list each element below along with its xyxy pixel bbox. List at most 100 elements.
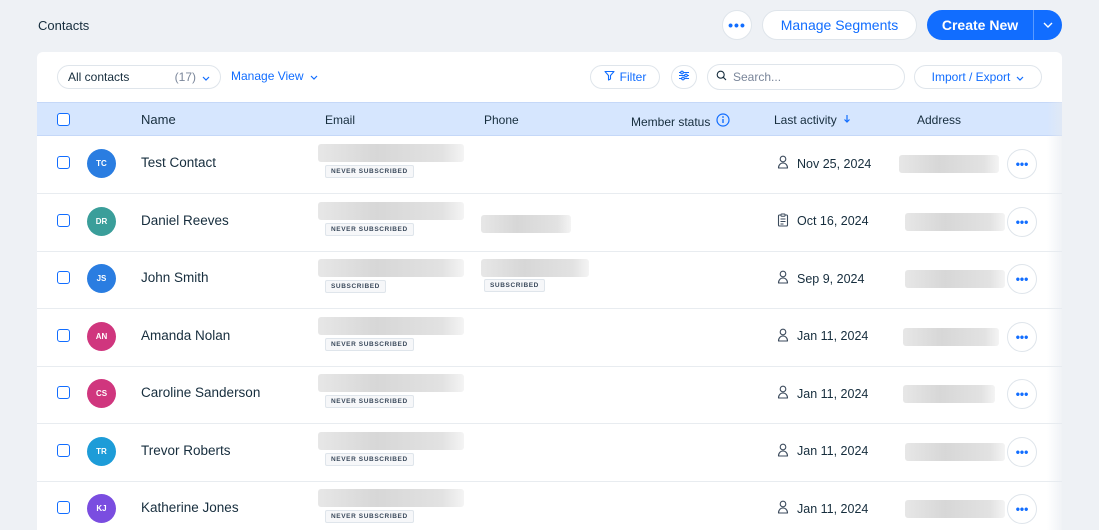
- row-checkbox[interactable]: [57, 328, 70, 342]
- contact-name[interactable]: John Smith: [141, 270, 209, 285]
- last-activity: Jan 11, 2024: [777, 500, 868, 517]
- contact-name[interactable]: Test Contact: [141, 155, 216, 170]
- row-more-actions-button[interactable]: •••: [1007, 494, 1037, 524]
- email-value-blurred: [318, 431, 464, 450]
- select-all-checkbox[interactable]: [57, 113, 70, 126]
- import-export-button[interactable]: Import / Export: [914, 65, 1042, 89]
- row-checkbox[interactable]: [57, 386, 70, 399]
- table-row[interactable]: TC Test Contact NEVER SUBSCRIBED Nov 25, 20…: [37, 136, 1062, 194]
- filter-button[interactable]: Filter: [590, 65, 660, 89]
- table-toolbar: All contacts (17) Manage View Filter Sea…: [37, 52, 1062, 102]
- phone-subscription-badge: SUBSCRIBED: [484, 279, 545, 292]
- import-export-label: Import / Export: [931, 70, 1011, 84]
- search-input[interactable]: [733, 70, 893, 84]
- row-checkbox[interactable]: [57, 501, 70, 514]
- row-more-actions-button[interactable]: •••: [1007, 206, 1037, 237]
- row-more-actions-button[interactable]: •••: [1007, 436, 1037, 467]
- table-row[interactable]: JS John Smith SUBSCRIBED SUBSCRIBED Sep 9, 2…: [37, 251, 1062, 309]
- address-value-blurred: [903, 327, 999, 346]
- chevron-down-icon: [202, 70, 210, 84]
- contact-name[interactable]: Katherine Jones: [141, 500, 239, 515]
- table-row[interactable]: CS Caroline Sanderson NEVER SUBSCRIBED Jan …: [37, 366, 1062, 424]
- person-icon: [777, 385, 789, 402]
- more-actions-button[interactable]: •••: [722, 10, 752, 40]
- last-activity: Sep 9, 2024: [777, 270, 864, 287]
- filter-icon: [604, 70, 615, 84]
- address-value-blurred: [905, 212, 1005, 231]
- column-header-member-status[interactable]: Member status: [631, 113, 730, 130]
- manage-segments-button[interactable]: Manage Segments: [762, 10, 917, 40]
- last-activity: Jan 11, 2024: [777, 443, 868, 460]
- address-value-blurred: [905, 500, 1005, 518]
- sliders-icon: [678, 68, 690, 86]
- manage-view-dropdown[interactable]: Manage View: [231, 69, 318, 83]
- avatar: KJ: [87, 494, 116, 523]
- row-more-actions-button[interactable]: •••: [1007, 149, 1037, 179]
- column-header-name[interactable]: Name: [141, 112, 176, 127]
- row-checkbox[interactable]: [57, 213, 70, 227]
- last-activity-date: Jan 11, 2024: [797, 329, 869, 343]
- manage-view-label: Manage View: [231, 69, 304, 83]
- row-checkbox[interactable]: [57, 271, 70, 284]
- column-header-email[interactable]: Email: [325, 113, 355, 127]
- address-value-blurred: [905, 270, 1005, 288]
- row-more-actions-button[interactable]: •••: [1007, 321, 1037, 352]
- email-value-blurred: [318, 144, 464, 162]
- chevron-down-icon: [1016, 70, 1024, 84]
- row-more-actions-button[interactable]: •••: [1007, 379, 1037, 409]
- email-subscription-badge: NEVER SUBSCRIBED: [325, 165, 414, 178]
- avatar: DR: [87, 206, 116, 236]
- info-icon[interactable]: [716, 113, 730, 130]
- chevron-down-icon[interactable]: [1034, 22, 1062, 28]
- email-subscription-badge: NEVER SUBSCRIBED: [325, 222, 414, 236]
- contact-name[interactable]: Amanda Nolan: [141, 328, 230, 343]
- create-new-button[interactable]: Create New: [927, 10, 1062, 40]
- table-row[interactable]: AN Amanda Nolan NEVER SUBSCRIBED Jan 11, 20…: [37, 309, 1062, 367]
- person-icon: [777, 328, 789, 345]
- view-count: (17): [174, 70, 196, 84]
- page-title: Contacts: [38, 18, 90, 33]
- person-icon: [777, 270, 789, 287]
- email-subscription-badge: NEVER SUBSCRIBED: [325, 395, 414, 408]
- email-subscription-badge: NEVER SUBSCRIBED: [325, 510, 414, 523]
- email-value-blurred: [318, 316, 464, 335]
- table-row[interactable]: TR Trevor Roberts NEVER SUBSCRIBED Jan 11, …: [37, 424, 1062, 482]
- avatar: TC: [87, 149, 116, 178]
- view-select[interactable]: All contacts (17): [57, 65, 221, 89]
- row-checkbox[interactable]: [57, 443, 70, 457]
- email-subscription-badge: NEVER SUBSCRIBED: [325, 337, 414, 351]
- avatar: TR: [87, 436, 116, 466]
- avatar: AN: [87, 321, 116, 351]
- create-new-label: Create New: [941, 17, 1019, 33]
- row-checkbox[interactable]: [57, 156, 70, 169]
- last-activity: Jan 11, 2024: [777, 385, 868, 402]
- email-value-blurred: [318, 489, 464, 507]
- row-more-actions-button[interactable]: •••: [1007, 264, 1037, 294]
- table-row[interactable]: KJ Katherine Jones NEVER SUBSCRIBED Jan 11,…: [37, 481, 1062, 530]
- last-activity-date: Oct 16, 2024: [797, 214, 869, 228]
- column-header-last-activity[interactable]: Last activity: [774, 113, 851, 127]
- table-row[interactable]: DR Daniel Reeves NEVER SUBSCRIBED Oct 16, 2…: [37, 194, 1062, 252]
- last-activity: Oct 16, 2024: [777, 213, 869, 230]
- column-settings-button[interactable]: [671, 65, 697, 89]
- phone-value-blurred: [481, 259, 589, 277]
- email-value-blurred: [318, 201, 464, 220]
- address-value-blurred: [903, 385, 995, 403]
- person-icon: [777, 155, 789, 172]
- column-header-phone[interactable]: Phone: [484, 113, 519, 127]
- table-header: Name Email Phone Member status Last acti…: [37, 102, 1062, 136]
- contact-name[interactable]: Daniel Reeves: [141, 213, 229, 228]
- phone-value-blurred: [481, 214, 571, 233]
- last-activity: Jan 11, 2024: [777, 328, 868, 345]
- last-activity-date: Sep 9, 2024: [797, 271, 865, 286]
- view-select-label: All contacts: [68, 70, 130, 84]
- person-icon: [777, 500, 789, 517]
- search-box[interactable]: [707, 64, 905, 90]
- clipboard-icon: [777, 213, 789, 230]
- address-value-blurred: [905, 442, 1005, 461]
- search-icon: [716, 68, 727, 86]
- contact-name[interactable]: Trevor Roberts: [141, 443, 231, 458]
- column-header-address[interactable]: Address: [917, 113, 961, 127]
- address-value-blurred: [899, 155, 999, 173]
- contact-name[interactable]: Caroline Sanderson: [141, 385, 260, 400]
